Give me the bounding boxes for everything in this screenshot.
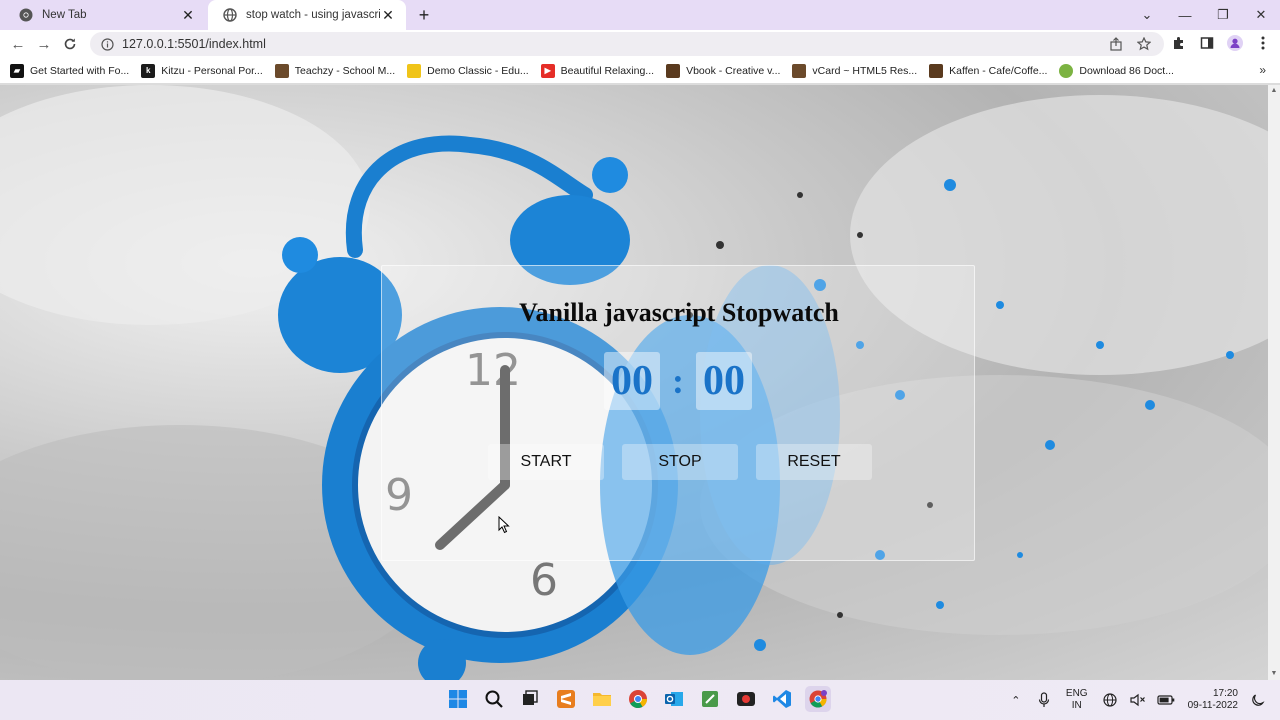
seconds-display: 00 bbox=[696, 352, 752, 410]
forward-button[interactable]: → bbox=[34, 34, 54, 54]
stopwatch-card: Vanilla javascript Stopwatch 00 : 00 STA… bbox=[381, 265, 975, 561]
bookmarks-bar: ▰ Get Started with Fo... k Kitzu - Persona… bbox=[0, 58, 1280, 84]
bookmark-icon bbox=[274, 63, 289, 78]
reset-button[interactable]: RESET bbox=[756, 444, 872, 480]
system-tray: ⌃ ENG IN 17:20 09-11-2022 bbox=[1002, 680, 1280, 720]
battery-icon[interactable] bbox=[1156, 690, 1176, 710]
outlook-icon[interactable] bbox=[661, 686, 687, 712]
tab-new-tab[interactable]: New Tab ✕ bbox=[4, 0, 206, 30]
chevron-up-icon[interactable]: ⌃ bbox=[1006, 690, 1026, 710]
minutes-display: 00 bbox=[604, 352, 660, 410]
back-button[interactable]: ← bbox=[8, 34, 28, 54]
chrome-taskbar-icon[interactable] bbox=[625, 686, 651, 712]
leaf-icon bbox=[1059, 63, 1074, 78]
vscode-icon[interactable] bbox=[769, 686, 795, 712]
do-not-disturb-icon[interactable] bbox=[1248, 690, 1268, 710]
chrome-icon bbox=[18, 7, 34, 23]
reload-button[interactable] bbox=[60, 34, 80, 54]
minimize-button[interactable]: — bbox=[1166, 0, 1204, 30]
speaker-muted-icon[interactable] bbox=[1128, 690, 1148, 710]
windows-start-icon[interactable] bbox=[445, 686, 471, 712]
bookmark-item[interactable]: Kaffen - Cafe/Coffe... bbox=[929, 63, 1047, 78]
new-tab-button[interactable]: + bbox=[414, 5, 434, 25]
language-indicator[interactable]: ENG IN bbox=[1066, 688, 1088, 712]
network-globe-icon[interactable] bbox=[1100, 690, 1120, 710]
tab-title: stop watch - using javascript bbox=[246, 9, 380, 21]
time-display: 00 : 00 bbox=[604, 352, 752, 410]
bookmarks-overflow-icon[interactable]: » bbox=[1259, 63, 1266, 77]
spreadsheet-icon[interactable] bbox=[697, 686, 723, 712]
bookmark-item[interactable]: Vbook - Creative v... bbox=[666, 63, 780, 78]
scroll-up-icon[interactable]: ▲ bbox=[1270, 87, 1278, 95]
url-text: 127.0.0.1:5501/index.html bbox=[122, 37, 266, 51]
browser-toolbar: ← → 127.0.0.1:5501/index.html bbox=[0, 30, 1280, 58]
bookmark-icon bbox=[792, 63, 807, 78]
youtube-icon: ▶ bbox=[540, 63, 555, 78]
search-icon[interactable] bbox=[481, 686, 507, 712]
screen-recorder-icon[interactable] bbox=[733, 686, 759, 712]
file-explorer-icon[interactable] bbox=[589, 686, 615, 712]
svg-text:6: 6 bbox=[530, 555, 558, 606]
profile-avatar[interactable] bbox=[1226, 34, 1244, 52]
star-icon[interactable] bbox=[1136, 36, 1152, 52]
info-icon[interactable] bbox=[100, 37, 114, 51]
menu-icon[interactable] bbox=[1254, 34, 1272, 52]
bookmark-item[interactable]: Teachzy - School M... bbox=[274, 63, 395, 78]
bookmark-icon bbox=[929, 63, 944, 78]
bookmark-item[interactable]: ▶ Beautiful Relaxing... bbox=[540, 63, 654, 78]
page-title: Vanilla javascript Stopwatch bbox=[519, 298, 839, 327]
side-panel-icon[interactable] bbox=[1198, 34, 1216, 52]
taskbar: ⌃ ENG IN 17:20 09-11-2022 bbox=[0, 680, 1280, 720]
start-button[interactable]: START bbox=[488, 444, 604, 480]
window-controls: ⌄ — ❐ ✕ bbox=[1128, 0, 1280, 30]
mouse-cursor-icon bbox=[498, 516, 510, 534]
bookmark-item[interactable]: Download 86 Doct... bbox=[1059, 63, 1174, 78]
bookmark-item[interactable]: k Kitzu - Personal Por... bbox=[141, 63, 263, 78]
close-window-button[interactable]: ✕ bbox=[1242, 0, 1280, 30]
address-bar[interactable]: 127.0.0.1:5501/index.html bbox=[90, 32, 1164, 56]
share-icon[interactable] bbox=[1108, 36, 1124, 52]
tab-stop-watch[interactable]: stop watch - using javascript ✕ bbox=[208, 0, 406, 30]
scroll-down-icon[interactable]: ▼ bbox=[1270, 670, 1278, 678]
extensions-icon[interactable] bbox=[1170, 34, 1188, 52]
tab-title: New Tab bbox=[42, 9, 87, 21]
microphone-icon[interactable] bbox=[1034, 690, 1054, 710]
chevron-down-icon[interactable]: ⌄ bbox=[1128, 0, 1166, 30]
globe-icon bbox=[222, 7, 238, 23]
bookmark-item[interactable]: vCard ~ HTML5 Res... bbox=[792, 63, 917, 78]
sublime-text-icon[interactable] bbox=[553, 686, 579, 712]
control-buttons: START STOP RESET bbox=[488, 444, 872, 480]
system-clock[interactable]: 17:20 09-11-2022 bbox=[1188, 688, 1238, 712]
bookmark-item[interactable]: Demo Classic - Edu... bbox=[407, 63, 529, 78]
bookmark-icon bbox=[407, 63, 422, 78]
bookmark-icon: ▰ bbox=[10, 63, 24, 78]
restore-button[interactable]: ❐ bbox=[1204, 0, 1242, 30]
bookmark-item[interactable]: ▰ Get Started with Fo... bbox=[10, 63, 129, 78]
vertical-scrollbar[interactable]: ▲ ▼ bbox=[1268, 85, 1280, 680]
close-icon[interactable]: ✕ bbox=[380, 7, 396, 23]
bookmark-icon bbox=[666, 63, 681, 78]
close-icon[interactable]: ✕ bbox=[180, 7, 196, 23]
task-view-icon[interactable] bbox=[517, 686, 543, 712]
page-viewport: 12 9 6 Vanilla javascript Stopwatch 00:… bbox=[0, 85, 1268, 680]
tab-strip: New Tab ✕ stop watch - using javascript … bbox=[0, 0, 1280, 30]
bookmark-icon: k bbox=[141, 63, 156, 78]
stop-button[interactable]: STOP bbox=[622, 444, 738, 480]
chrome-profile-icon[interactable] bbox=[805, 686, 831, 712]
time-separator: : bbox=[672, 361, 684, 401]
